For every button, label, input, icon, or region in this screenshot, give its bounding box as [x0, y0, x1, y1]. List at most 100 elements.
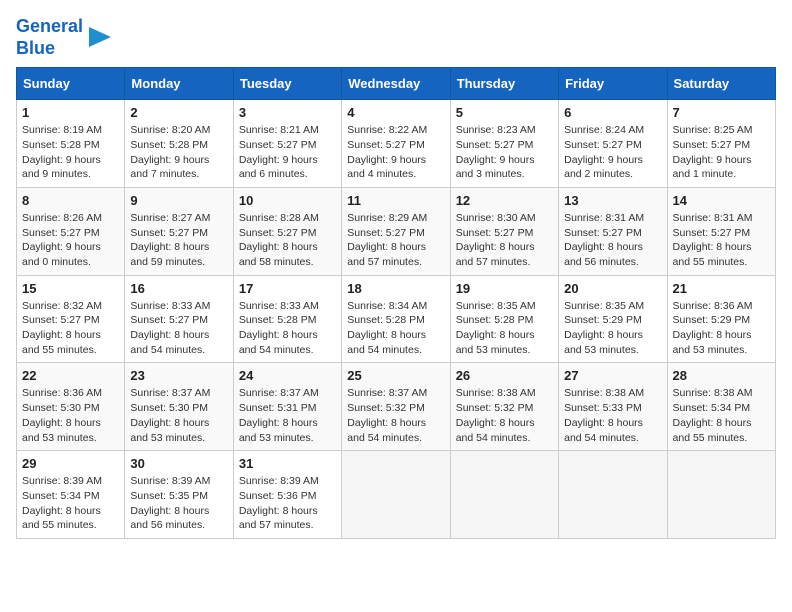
- weekday-header-monday: Monday: [125, 68, 233, 100]
- calendar-cell: 30 Sunrise: 8:39 AM Sunset: 5:35 PM Dayli…: [125, 451, 233, 539]
- day-info: Sunrise: 8:38 AM Sunset: 5:32 PM Dayligh…: [456, 386, 553, 445]
- day-info: Sunrise: 8:39 AM Sunset: 5:35 PM Dayligh…: [130, 474, 227, 533]
- weekday-header-tuesday: Tuesday: [233, 68, 341, 100]
- day-number: 24: [239, 368, 336, 383]
- logo-text: General Blue: [16, 16, 83, 59]
- day-number: 30: [130, 456, 227, 471]
- logo-arrow-icon: [89, 27, 111, 47]
- day-info: Sunrise: 8:22 AM Sunset: 5:27 PM Dayligh…: [347, 123, 444, 182]
- day-number: 10: [239, 193, 336, 208]
- weekday-header-wednesday: Wednesday: [342, 68, 450, 100]
- calendar-cell: 8 Sunrise: 8:26 AM Sunset: 5:27 PM Daylig…: [17, 187, 125, 275]
- weekday-header-sunday: Sunday: [17, 68, 125, 100]
- calendar-cell: 5Sunrise: 8:23 AM Sunset: 5:27 PM Daylig…: [450, 100, 558, 188]
- calendar-cell: [450, 451, 558, 539]
- day-number: 19: [456, 281, 553, 296]
- day-number: 21: [673, 281, 770, 296]
- calendar-week-row: 8 Sunrise: 8:26 AM Sunset: 5:27 PM Daylig…: [17, 187, 776, 275]
- calendar-cell: 14 Sunrise: 8:31 AM Sunset: 5:27 PM Dayli…: [667, 187, 775, 275]
- weekday-header-saturday: Saturday: [667, 68, 775, 100]
- page-header: General Blue: [16, 16, 776, 59]
- day-number: 18: [347, 281, 444, 296]
- day-number: 31: [239, 456, 336, 471]
- day-number: 27: [564, 368, 661, 383]
- day-info: Sunrise: 8:39 AM Sunset: 5:36 PM Dayligh…: [239, 474, 336, 533]
- day-info: Sunrise: 8:33 AM Sunset: 5:27 PM Dayligh…: [130, 299, 227, 358]
- day-number: 9: [130, 193, 227, 208]
- day-info: Sunrise: 8:27 AM Sunset: 5:27 PM Dayligh…: [130, 211, 227, 270]
- day-number: 22: [22, 368, 119, 383]
- day-number: 14: [673, 193, 770, 208]
- day-info: Sunrise: 8:35 AM Sunset: 5:29 PM Dayligh…: [564, 299, 661, 358]
- calendar-cell: 17 Sunrise: 8:33 AM Sunset: 5:28 PM Dayli…: [233, 275, 341, 363]
- calendar-cell: 18 Sunrise: 8:34 AM Sunset: 5:28 PM Dayli…: [342, 275, 450, 363]
- day-info: Sunrise: 8:19 AM Sunset: 5:28 PM Dayligh…: [22, 123, 119, 182]
- day-info: Sunrise: 8:23 AM Sunset: 5:27 PM Dayligh…: [456, 123, 553, 182]
- day-info: Sunrise: 8:28 AM Sunset: 5:27 PM Dayligh…: [239, 211, 336, 270]
- calendar-week-row: 15Sunrise: 8:32 AM Sunset: 5:27 PM Dayli…: [17, 275, 776, 363]
- calendar-cell: 3 Sunrise: 8:21 AM Sunset: 5:27 PM Daylig…: [233, 100, 341, 188]
- calendar-cell: 6 Sunrise: 8:24 AM Sunset: 5:27 PM Daylig…: [559, 100, 667, 188]
- calendar-cell: 27 Sunrise: 8:38 AM Sunset: 5:33 PM Dayli…: [559, 363, 667, 451]
- calendar-cell: 13 Sunrise: 8:31 AM Sunset: 5:27 PM Dayli…: [559, 187, 667, 275]
- day-number: 29: [22, 456, 119, 471]
- calendar-cell: 2Sunrise: 8:20 AM Sunset: 5:28 PM Daylig…: [125, 100, 233, 188]
- calendar-cell: 12Sunrise: 8:30 AM Sunset: 5:27 PM Dayli…: [450, 187, 558, 275]
- calendar-cell: [667, 451, 775, 539]
- calendar-cell: 16 Sunrise: 8:33 AM Sunset: 5:27 PM Dayli…: [125, 275, 233, 363]
- calendar-cell: 7Sunrise: 8:25 AM Sunset: 5:27 PM Daylig…: [667, 100, 775, 188]
- day-number: 11: [347, 193, 444, 208]
- day-info: Sunrise: 8:37 AM Sunset: 5:32 PM Dayligh…: [347, 386, 444, 445]
- day-info: Sunrise: 8:36 AM Sunset: 5:29 PM Dayligh…: [673, 299, 770, 358]
- calendar-cell: 11Sunrise: 8:29 AM Sunset: 5:27 PM Dayli…: [342, 187, 450, 275]
- calendar-cell: 22 Sunrise: 8:36 AM Sunset: 5:30 PM Dayli…: [17, 363, 125, 451]
- calendar-cell: [559, 451, 667, 539]
- day-info: Sunrise: 8:24 AM Sunset: 5:27 PM Dayligh…: [564, 123, 661, 182]
- day-info: Sunrise: 8:38 AM Sunset: 5:34 PM Dayligh…: [673, 386, 770, 445]
- day-info: Sunrise: 8:25 AM Sunset: 5:27 PM Dayligh…: [673, 123, 770, 182]
- day-number: 1: [22, 105, 119, 120]
- calendar-cell: 23Sunrise: 8:37 AM Sunset: 5:30 PM Dayli…: [125, 363, 233, 451]
- day-info: Sunrise: 8:21 AM Sunset: 5:27 PM Dayligh…: [239, 123, 336, 182]
- calendar-table: SundayMondayTuesdayWednesdayThursdayFrid…: [16, 67, 776, 539]
- day-number: 23: [130, 368, 227, 383]
- day-info: Sunrise: 8:31 AM Sunset: 5:27 PM Dayligh…: [673, 211, 770, 270]
- weekday-header-thursday: Thursday: [450, 68, 558, 100]
- day-number: 28: [673, 368, 770, 383]
- day-info: Sunrise: 8:31 AM Sunset: 5:27 PM Dayligh…: [564, 211, 661, 270]
- day-number: 25: [347, 368, 444, 383]
- day-info: Sunrise: 8:37 AM Sunset: 5:31 PM Dayligh…: [239, 386, 336, 445]
- day-number: 3: [239, 105, 336, 120]
- day-info: Sunrise: 8:26 AM Sunset: 5:27 PM Dayligh…: [22, 211, 119, 270]
- calendar-cell: 4 Sunrise: 8:22 AM Sunset: 5:27 PM Daylig…: [342, 100, 450, 188]
- day-number: 20: [564, 281, 661, 296]
- weekday-header-friday: Friday: [559, 68, 667, 100]
- calendar-week-row: 29 Sunrise: 8:39 AM Sunset: 5:34 PM Dayli…: [17, 451, 776, 539]
- calendar-cell: 19Sunrise: 8:35 AM Sunset: 5:28 PM Dayli…: [450, 275, 558, 363]
- calendar-cell: 1 Sunrise: 8:19 AM Sunset: 5:28 PM Daylig…: [17, 100, 125, 188]
- day-info: Sunrise: 8:36 AM Sunset: 5:30 PM Dayligh…: [22, 386, 119, 445]
- day-number: 4: [347, 105, 444, 120]
- day-number: 2: [130, 105, 227, 120]
- day-number: 26: [456, 368, 553, 383]
- day-number: 17: [239, 281, 336, 296]
- day-info: Sunrise: 8:33 AM Sunset: 5:28 PM Dayligh…: [239, 299, 336, 358]
- day-info: Sunrise: 8:32 AM Sunset: 5:27 PM Dayligh…: [22, 299, 119, 358]
- calendar-cell: 26 Sunrise: 8:38 AM Sunset: 5:32 PM Dayli…: [450, 363, 558, 451]
- day-info: Sunrise: 8:34 AM Sunset: 5:28 PM Dayligh…: [347, 299, 444, 358]
- calendar-cell: 15Sunrise: 8:32 AM Sunset: 5:27 PM Dayli…: [17, 275, 125, 363]
- calendar-cell: 21 Sunrise: 8:36 AM Sunset: 5:29 PM Dayli…: [667, 275, 775, 363]
- calendar-cell: [342, 451, 450, 539]
- day-number: 8: [22, 193, 119, 208]
- calendar-cell: 24 Sunrise: 8:37 AM Sunset: 5:31 PM Dayli…: [233, 363, 341, 451]
- calendar-cell: 28 Sunrise: 8:38 AM Sunset: 5:34 PM Dayli…: [667, 363, 775, 451]
- calendar-cell: 10 Sunrise: 8:28 AM Sunset: 5:27 PM Dayli…: [233, 187, 341, 275]
- day-info: Sunrise: 8:39 AM Sunset: 5:34 PM Dayligh…: [22, 474, 119, 533]
- day-number: 16: [130, 281, 227, 296]
- day-number: 13: [564, 193, 661, 208]
- logo-blue: Blue: [16, 38, 83, 60]
- logo-general: General: [16, 16, 83, 36]
- day-number: 6: [564, 105, 661, 120]
- day-info: Sunrise: 8:38 AM Sunset: 5:33 PM Dayligh…: [564, 386, 661, 445]
- calendar-cell: 20 Sunrise: 8:35 AM Sunset: 5:29 PM Dayli…: [559, 275, 667, 363]
